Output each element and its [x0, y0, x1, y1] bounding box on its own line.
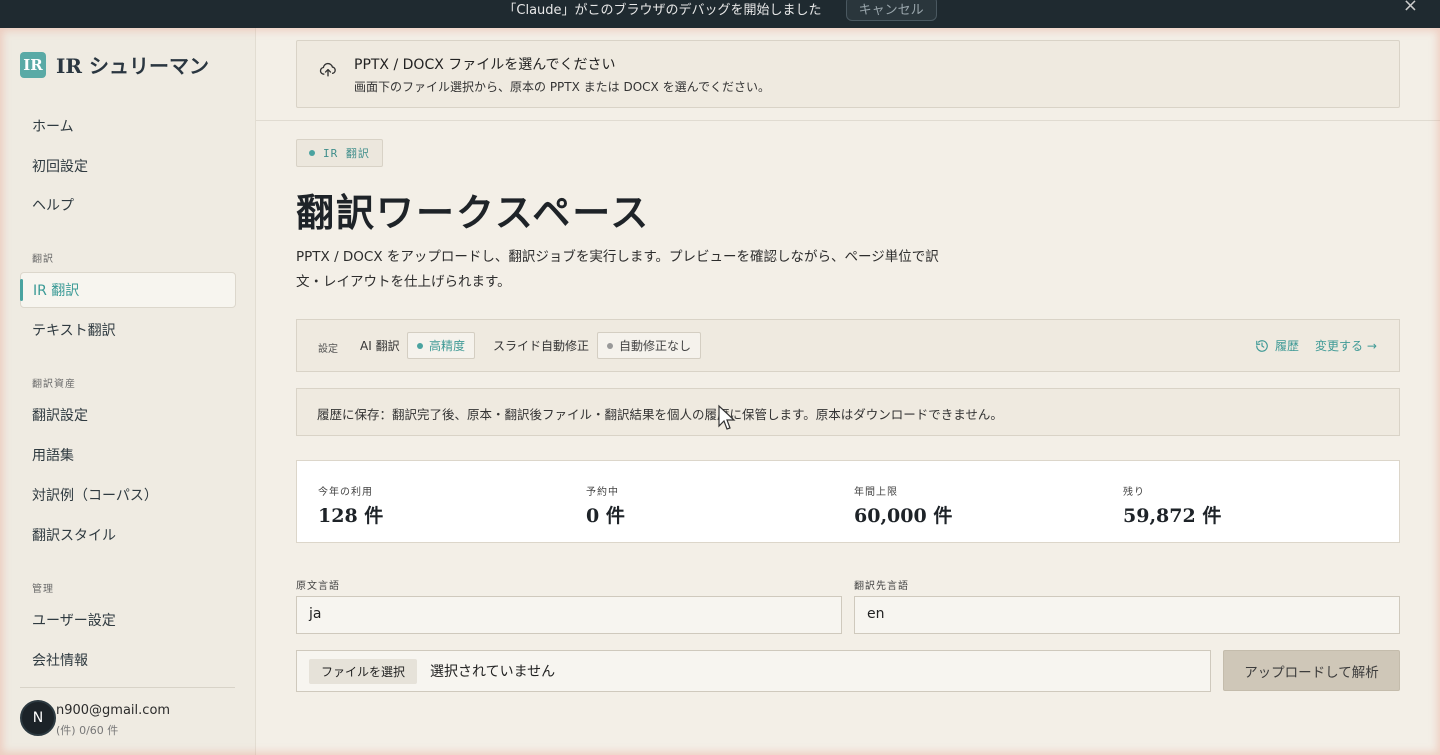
- sidebar-item-translation-style[interactable]: 翻訳スタイル: [20, 517, 236, 553]
- debug-notification-bar: 「Claude」がこのブラウザのデバッグを開始しました キャンセル ×: [0, 0, 1440, 28]
- page-title: 翻訳ワークスペース: [296, 190, 651, 235]
- choose-file-button[interactable]: ファイルを選択: [309, 659, 418, 684]
- source-language-label: 原文言語: [296, 581, 340, 592]
- sidebar-divider: [20, 687, 235, 688]
- sidebar-item-home[interactable]: ホーム: [20, 108, 236, 144]
- history-icon: [1256, 339, 1268, 352]
- slide-autofix-value: 自動修正なし: [619, 339, 692, 353]
- sidebar-item-user-settings[interactable]: ユーザー設定: [20, 602, 236, 638]
- sidebar: IR IR シュリーマン ホーム 初回設定 ヘルプ 翻訳 IR 翻訳 テキスト翻…: [0, 28, 256, 755]
- sidebar-item-translation-settings[interactable]: 翻訳設定: [20, 397, 236, 433]
- sidebar-section-assets: 翻訳資産: [32, 379, 76, 390]
- status-dot-icon: [417, 342, 423, 349]
- sidebar-item-glossary[interactable]: 用語集: [20, 437, 236, 473]
- brand-name: IR シュリーマン: [56, 54, 209, 78]
- stat-value: 60,000 件: [854, 505, 953, 527]
- source-language-field[interactable]: ja: [296, 596, 842, 634]
- stat-label: 残り: [1123, 487, 1145, 498]
- sidebar-item-text-translation[interactable]: テキスト翻訳: [20, 312, 236, 348]
- stat-value: 0 件: [586, 505, 625, 527]
- stat-remaining: 残り 59,872 件: [1123, 483, 1221, 528]
- page-description: PPTX / DOCX をアップロードし、翻訳ジョブを実行します。プレビューを確…: [296, 249, 939, 290]
- target-language-field[interactable]: en: [854, 596, 1400, 634]
- sidebar-section-admin: 管理: [32, 584, 54, 595]
- settings-panel: 設定 AI 翻訳 高精度 スライド自動修正 自動修正なし 履歴 変更する →: [296, 319, 1400, 372]
- file-input[interactable]: ファイルを選択 選択されていません: [296, 650, 1211, 692]
- history-label: 履歴: [1275, 339, 1300, 353]
- upload-cloud-icon: [319, 62, 336, 77]
- stat-label: 年間上限: [854, 487, 898, 498]
- mouse-cursor-icon: [718, 404, 736, 430]
- ai-translation-label: AI 翻訳: [360, 339, 400, 353]
- ai-quality-badge: 高精度: [407, 332, 476, 359]
- banner-subtitle: 画面下のファイル選択から、原本の PPTX または DOCX を選んでください。: [354, 80, 770, 94]
- user-usage: (件) 0/60 件: [56, 724, 119, 737]
- sidebar-item-help[interactable]: ヘルプ: [20, 187, 236, 223]
- tag-dot-icon: [309, 150, 315, 156]
- target-language-label: 翻訳先言語: [854, 581, 909, 592]
- stat-label: 予約中: [586, 487, 619, 498]
- notification-message: 「Claude」がこのブラウザのデバッグを開始しました: [503, 2, 822, 18]
- banner-area: PPTX / DOCX ファイルを選んでください 画面下のファイル選択から、原本…: [256, 28, 1440, 121]
- stat-annual-limit: 年間上限 60,000 件: [854, 483, 952, 528]
- banner-title: PPTX / DOCX ファイルを選んでください: [354, 57, 616, 73]
- notification-cancel-button[interactable]: キャンセル: [845, 0, 937, 21]
- history-link[interactable]: 履歴: [1255, 337, 1299, 354]
- sidebar-item-initial-setup[interactable]: 初回設定: [20, 148, 236, 184]
- slide-autofix-label: スライド自動修正: [493, 339, 590, 353]
- sidebar-item-corpus[interactable]: 対訳例（コーパス）: [20, 477, 236, 513]
- file-status: 選択されていません: [430, 664, 556, 680]
- stat-label: 今年の利用: [318, 487, 373, 498]
- stat-value: 128 件: [318, 505, 384, 527]
- tag-label: IR 翻訳: [323, 147, 370, 160]
- status-dot-icon: [607, 342, 613, 349]
- avatar[interactable]: N: [20, 700, 56, 736]
- stat-this-year: 今年の利用 128 件: [318, 483, 383, 528]
- slide-autofix-badge: 自動修正なし: [597, 332, 702, 359]
- usage-stats: 今年の利用 128 件 予約中 0 件 年間上限 60,000 件 残り 59,…: [296, 460, 1400, 543]
- settings-label: 設定: [318, 344, 338, 355]
- stat-reserved: 予約中 0 件: [586, 483, 625, 528]
- change-settings-link[interactable]: 変更する →: [1315, 337, 1377, 354]
- main-content: PPTX / DOCX ファイルを選んでください 画面下のファイル選択から、原本…: [256, 28, 1440, 755]
- stat-value: 59,872 件: [1123, 505, 1222, 527]
- file-prompt-banner: PPTX / DOCX ファイルを選んでください 画面下のファイル選択から、原本…: [296, 40, 1400, 108]
- sidebar-item-company-info[interactable]: 会社情報: [20, 642, 236, 678]
- section-tag: IR 翻訳: [296, 139, 383, 167]
- close-icon[interactable]: ×: [1403, 0, 1418, 16]
- user-email: n900@gmail.com: [56, 703, 171, 718]
- brand[interactable]: IR IR シュリーマン: [20, 50, 209, 79]
- upload-analyze-button[interactable]: アップロードして解析: [1223, 650, 1400, 691]
- sidebar-item-ir-translation[interactable]: IR 翻訳: [20, 272, 236, 308]
- sidebar-section-translation: 翻訳: [32, 254, 54, 265]
- history-notice: 履歴に保存：翻訳完了後、原本・翻訳後ファイル・翻訳結果を個人の履歴に保管します。…: [296, 388, 1400, 436]
- brand-logo-icon: IR: [20, 51, 46, 78]
- ai-quality-value: 高精度: [429, 339, 466, 353]
